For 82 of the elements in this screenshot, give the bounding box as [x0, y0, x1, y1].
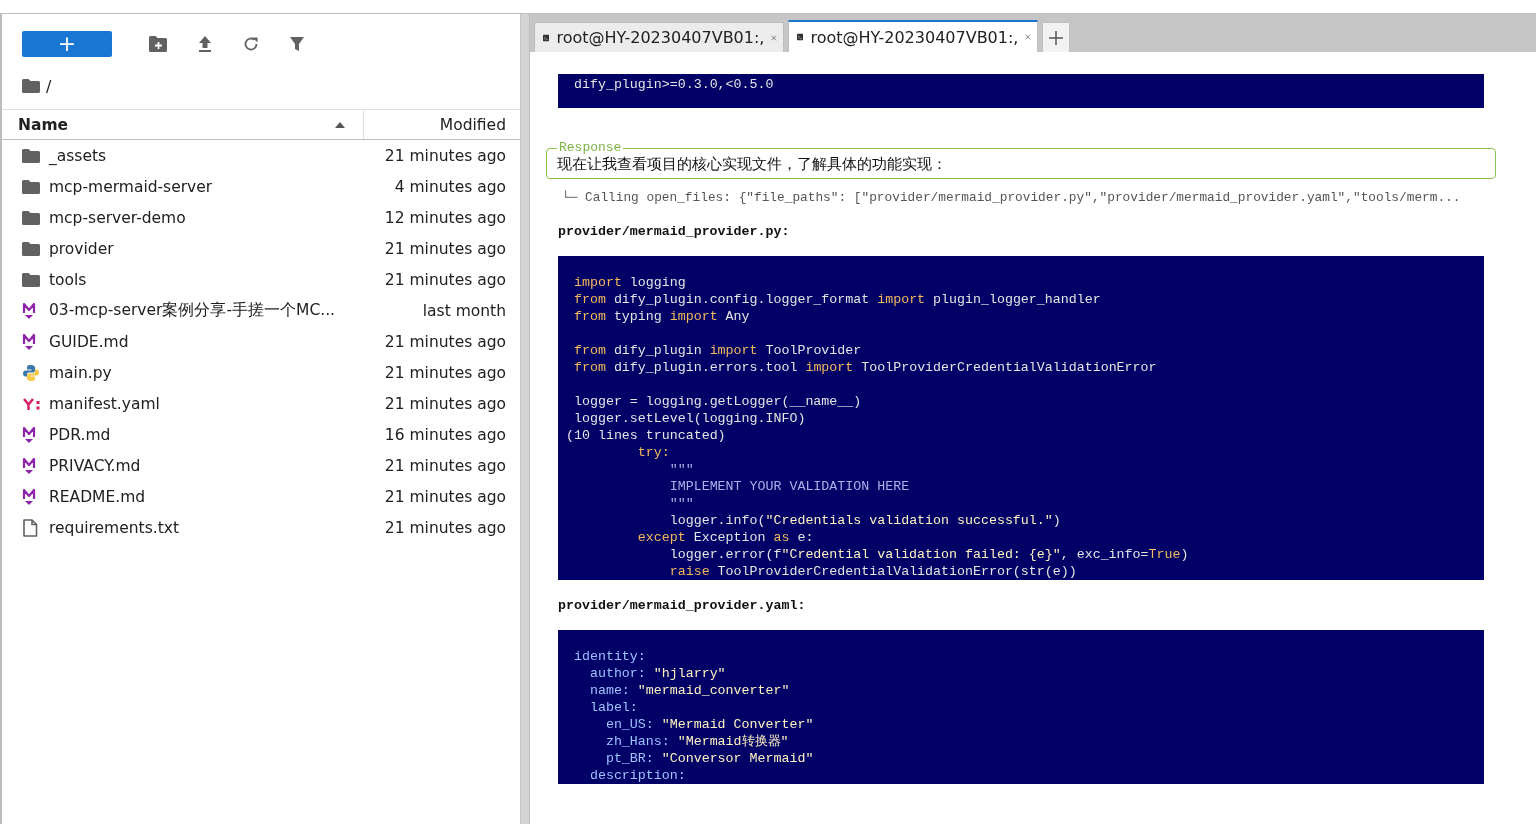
- code-line: en_US: "Mermaid Converter": [604, 716, 815, 733]
- folder-icon: [22, 241, 40, 256]
- folder-icon: [22, 148, 40, 163]
- code-line: from typing import Any: [572, 308, 751, 325]
- code-line: label:: [588, 699, 639, 716]
- folder-icon: [22, 210, 40, 225]
- code-line: description:: [588, 767, 687, 784]
- markdown-icon: [22, 487, 36, 506]
- file-name[interactable]: tools: [49, 270, 385, 289]
- code-line: from dify_plugin.errors.tool import ToolProviderCredentialValidationError: [572, 359, 1158, 376]
- file-name[interactable]: mcp-server-demo: [49, 208, 385, 227]
- file-heading: provider/mermaid_provider.py:: [558, 223, 791, 241]
- modified-time: 21 minutes ago: [384, 146, 506, 165]
- refresh-icon[interactable]: [243, 35, 259, 52]
- code-line: import logging: [572, 274, 687, 291]
- code-line: """: [668, 461, 695, 478]
- close-icon[interactable]: [1025, 31, 1031, 43]
- response-text: 现在让我查看项目的核心实现文件，了解具体的功能实现：: [557, 154, 948, 174]
- file-icon: [22, 518, 38, 537]
- column-header[interactable]: Name: [2, 110, 364, 139]
- file-name[interactable]: PRIVACY.md: [49, 456, 385, 475]
- upload-icon[interactable]: [197, 34, 213, 53]
- code-line: except Exception as e:: [636, 529, 815, 546]
- folder-icon: [22, 179, 40, 194]
- markdown-icon: [22, 456, 36, 475]
- file-name[interactable]: requirements.txt: [49, 518, 385, 537]
- file-name[interactable]: GUIDE.md: [49, 332, 385, 351]
- file-name[interactable]: 03-mcp-server案例分享-手搓一个MC...: [49, 300, 423, 321]
- modified-time: last month: [422, 301, 506, 320]
- markdown-icon: [22, 425, 36, 444]
- code-line: pt_BR: "Conversor Mermaid": [604, 750, 815, 767]
- code-line: try:: [636, 444, 671, 461]
- code-line: from dify_plugin.config.logger_format import plugin_logger_handler: [572, 291, 1102, 308]
- new-launcher-button[interactable]: +: [22, 30, 112, 57]
- code-line: (10 lines truncated): [566, 427, 727, 444]
- new-folder-icon[interactable]: [149, 35, 167, 52]
- python-icon: [22, 363, 40, 382]
- folder-icon: [22, 272, 40, 287]
- file-name[interactable]: mcp-mermaid-server: [49, 177, 395, 196]
- file-name[interactable]: _assets: [49, 146, 385, 165]
- code-line: logger.info("Credentials validation successful."): [668, 512, 1062, 529]
- breadcrumb-link[interactable]: /: [46, 76, 52, 96]
- modified-time: 21 minutes ago: [384, 270, 506, 289]
- modified-time: 16 minutes ago: [384, 425, 506, 444]
- folder-icon: [22, 79, 40, 93]
- modified-time: 21 minutes ago: [384, 456, 506, 475]
- file-name[interactable]: main.py: [49, 363, 385, 382]
- response-label: Response: [558, 142, 623, 154]
- code-line: author: "hjlarry": [588, 665, 727, 682]
- code-line: logger.error(f"Credential validation failed: {e}", exc_info=True): [668, 546, 1190, 563]
- code-line: name: "mermaid_converter": [588, 682, 791, 699]
- markdown-icon: [22, 332, 36, 351]
- column-header[interactable]: Modified: [364, 110, 520, 139]
- code-line: dify_plugin>=0.3.0,<0.5.0: [572, 76, 775, 93]
- file-name[interactable]: provider: [49, 239, 385, 258]
- modified-time: 21 minutes ago: [384, 239, 506, 258]
- new-tab-button[interactable]: [1042, 22, 1070, 52]
- tool-call-line: └─ Calling open_files: {"file_paths": ["provider/mermaid_provider.py","provider/mermaid_provider.yaml","tools/merm...: [562, 189, 1462, 207]
- modified-time: 21 minutes ago: [384, 487, 506, 506]
- terminal-tab[interactable]: root@HY-20230407VB01:,: [534, 22, 784, 52]
- filter-icon[interactable]: [289, 35, 305, 52]
- code-line: identity:: [572, 648, 647, 665]
- modified-time: 21 minutes ago: [384, 518, 506, 537]
- file-heading: provider/mermaid_provider.yaml:: [558, 597, 807, 615]
- terminal-tab[interactable]: root@HY-20230407VB01:,: [788, 20, 1038, 52]
- code-line: from dify_plugin import ToolProvider: [572, 342, 863, 359]
- code-line: logger = logging.getLogger(__name__): [572, 393, 863, 410]
- file-name[interactable]: manifest.yaml: [49, 394, 385, 413]
- modified-time: 12 minutes ago: [384, 208, 506, 227]
- file-name[interactable]: README.md: [49, 487, 385, 506]
- modified-time: 21 minutes ago: [384, 363, 506, 382]
- plus-icon: [1049, 30, 1063, 45]
- code-line: logger.setLevel(logging.INFO): [572, 410, 807, 427]
- modified-time: 21 minutes ago: [384, 332, 506, 351]
- code-line: IMPLEMENT YOUR VALIDATION HERE: [668, 478, 911, 495]
- modified-time: 4 minutes ago: [394, 177, 506, 196]
- markdown-icon: [22, 301, 36, 320]
- code-line: zh_Hans: "Mermaid转换器": [604, 733, 790, 750]
- modified-time: 21 minutes ago: [384, 394, 506, 413]
- file-name[interactable]: PDR.md: [49, 425, 385, 444]
- code-line: raise ToolProviderCredentialValidationError(str(e)): [668, 563, 1078, 580]
- code-line: """: [668, 495, 695, 512]
